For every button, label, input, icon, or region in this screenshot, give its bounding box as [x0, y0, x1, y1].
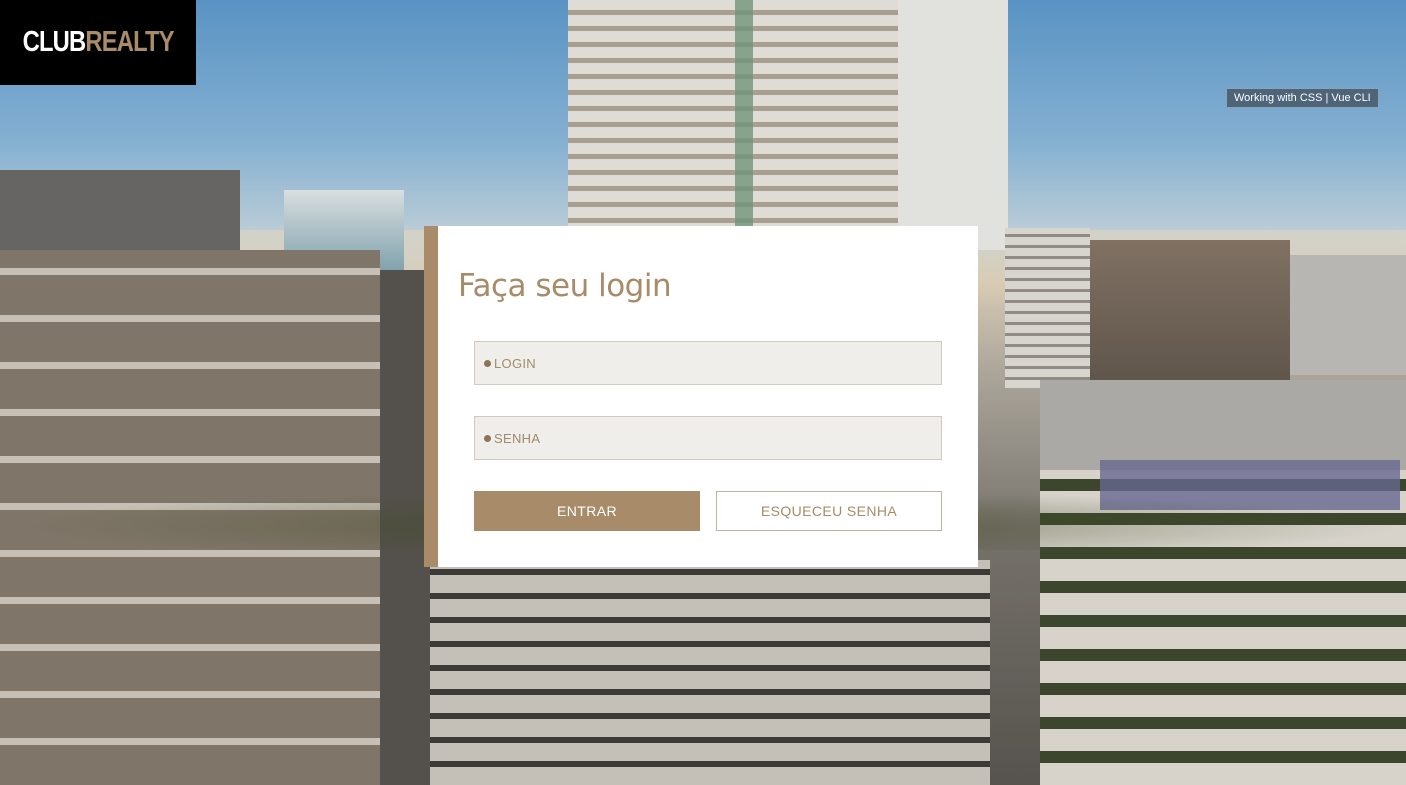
login-input[interactable]	[494, 355, 941, 371]
login-card: Faça seu login ENTRAR ESQUECEU SENHA	[424, 226, 978, 567]
login-title: Faça seu login	[458, 268, 672, 304]
logo-wordmark: CLUBREALTY	[22, 26, 174, 59]
forgot-password-button[interactable]: ESQUECEU SENHA	[716, 491, 942, 531]
bullet-icon	[484, 434, 491, 442]
logo-realty-text: REALTY	[85, 26, 174, 58]
logo-club-text: CLUB	[22, 26, 86, 58]
password-input[interactable]	[494, 430, 941, 446]
password-field[interactable]	[474, 416, 942, 460]
bullet-icon	[484, 359, 491, 367]
brand-logo[interactable]: CLUBREALTY	[0, 0, 196, 85]
enter-button[interactable]: ENTRAR	[474, 491, 700, 531]
dev-tooltip-badge: Working with CSS | Vue CLI	[1226, 88, 1379, 108]
login-field[interactable]	[474, 341, 942, 385]
